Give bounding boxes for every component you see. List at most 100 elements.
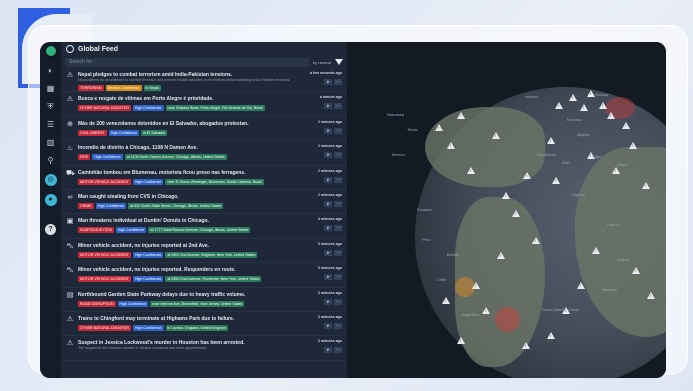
heat-zone (495, 307, 520, 332)
share-icon[interactable]: ➤ (324, 79, 332, 85)
alert-marker-icon[interactable] (547, 137, 555, 144)
globe-nav-icon[interactable]: ◐ (46, 66, 56, 76)
help-icon[interactable]: ? (45, 224, 56, 235)
alert-marker-icon[interactable] (642, 182, 650, 189)
share-icon[interactable]: ➤ (324, 347, 332, 354)
alert-marker-icon[interactable] (622, 122, 630, 129)
more-icon[interactable]: ⋯ (334, 200, 342, 207)
alert-marker-icon[interactable] (512, 210, 520, 217)
alert-marker-icon[interactable] (442, 297, 450, 304)
feed-item-time: 2 minutes ago (317, 119, 342, 124)
alert-marker-icon[interactable] (607, 112, 615, 119)
alert-marker-icon[interactable] (457, 337, 465, 344)
feed-item-actions: ➤ ⋯ (324, 322, 342, 329)
location-badge: near R. Bruno Wiesinger, Blumenau, Santa… (165, 178, 264, 185)
alert-marker-icon[interactable] (547, 332, 555, 339)
more-icon[interactable]: ⋯ (334, 79, 342, 85)
alert-marker-icon[interactable] (523, 172, 531, 179)
map-label: Algeria (577, 132, 590, 137)
buildings-nav-icon[interactable]: ▥ (46, 138, 56, 148)
alert-marker-icon[interactable] (555, 102, 563, 109)
category-badge: FIRE (78, 154, 91, 161)
feed-nav-icon[interactable]: ◎ (44, 174, 57, 186)
share-icon[interactable]: ➤ (324, 249, 332, 256)
sort-selector[interactable]: by newest (313, 60, 331, 65)
more-icon[interactable]: ⋯ (334, 298, 342, 305)
feed-item[interactable]: ⚠ Trains to Chingford may terminate at Hi… (61, 312, 347, 337)
alert-marker-icon[interactable] (552, 177, 560, 184)
feed-item[interactable]: ♨ Incendio de distrito à Chicago, 1108 N … (61, 141, 347, 166)
share-icon[interactable]: ➤ (324, 103, 332, 110)
shield-nav-icon[interactable]: ⛨ (46, 102, 56, 112)
share-icon[interactable]: ➤ (324, 274, 332, 281)
feed-item[interactable]: ⚠ Suspect in Jessica Lockwood's murder in… (61, 336, 347, 361)
more-icon[interactable]: ⋯ (334, 274, 342, 281)
alert-marker-icon[interactable] (612, 167, 620, 174)
more-icon[interactable]: ⋯ (334, 103, 342, 110)
share-icon[interactable]: ➤ (324, 298, 332, 305)
location-badge: at 632 South State Street, Chicago, Illi… (128, 202, 224, 209)
filter-icon[interactable] (335, 59, 343, 65)
location-badge: in Nepal (143, 85, 161, 91)
more-icon[interactable]: ⋯ (334, 225, 342, 232)
location-badge: at 2850 East Avenue, Rochester, New York… (165, 276, 262, 283)
globe[interactable] (415, 87, 666, 378)
feed-item[interactable]: ⊕ Más de 200 venezolanos detenidos en El … (61, 117, 347, 142)
feed-item[interactable]: ⛟ Caminhão tombou em Blumenau, motorista … (61, 166, 347, 190)
share-icon[interactable]: ➤ (324, 176, 332, 183)
alert-marker-icon[interactable] (435, 124, 443, 131)
alert-marker-icon[interactable] (492, 132, 500, 139)
confidence-badge: High Confidence (115, 227, 147, 234)
alert-marker-icon[interactable] (599, 102, 607, 109)
alert-marker-icon[interactable] (629, 142, 637, 149)
share-icon[interactable]: ➤ (324, 225, 332, 232)
alert-marker-icon[interactable] (580, 104, 588, 111)
map-label: Iceland (525, 94, 538, 99)
search-input[interactable]: Search for (65, 57, 309, 67)
feed-item-time: a few seconds ago (310, 71, 342, 75)
alert-marker-icon[interactable] (587, 90, 595, 97)
feed-item[interactable]: ⛍ Minor vehicle accident, no injuries rep… (61, 239, 347, 264)
confidence-badge: High Confidence (117, 300, 149, 307)
alert-marker-icon[interactable] (467, 167, 475, 174)
feed-item[interactable]: ▤ Northbound Garden State Parkway delays … (61, 288, 347, 312)
map-label: Nigeria (572, 192, 585, 197)
more-icon[interactable]: ⋯ (334, 322, 342, 329)
more-icon[interactable]: ⋯ (334, 347, 342, 354)
feed-item[interactable]: ⚠ Busca e resgate de vítimas em Porto Ale… (61, 92, 347, 117)
feed-item[interactable]: ∞ Man caught stealing from CVS in Chicago… (61, 190, 347, 215)
alert-marker-icon[interactable] (447, 142, 455, 149)
alert-marker-icon[interactable] (482, 307, 490, 314)
more-icon[interactable]: ⋯ (334, 127, 342, 134)
more-icon[interactable]: ⋯ (334, 176, 342, 183)
alert-marker-icon[interactable] (632, 267, 640, 274)
alert-marker-icon[interactable] (592, 247, 600, 254)
alert-marker-icon[interactable] (569, 94, 577, 101)
alert-marker-icon[interactable] (472, 282, 480, 289)
grid-nav-icon[interactable]: ▦ (46, 84, 56, 94)
feed-item[interactable]: ⛍ Minor vehicle accident, no injuries rep… (61, 263, 347, 288)
globe-map[interactable]: Iceland Norway Morocco Algeria Mauritania Mal… (347, 42, 666, 378)
feed-item-actions: ➤ ⋯ (324, 176, 342, 183)
feed-item[interactable]: ▣ Man threatens individual at Dunkin' Don… (61, 214, 347, 239)
share-icon[interactable]: ➤ (324, 152, 332, 159)
more-icon[interactable]: ⋯ (334, 152, 342, 159)
feed-item[interactable]: ⚠ Nepal pledges to combat terrorism amid … (61, 68, 347, 93)
alert-marker-icon[interactable] (532, 237, 540, 244)
alert-marker-icon[interactable] (457, 112, 465, 119)
app-logo-icon[interactable] (43, 44, 58, 58)
search-row: Search for by newest (61, 56, 347, 68)
alert-marker-icon[interactable] (522, 342, 530, 349)
share-icon[interactable]: ➤ (324, 127, 332, 134)
search-nav-icon[interactable]: ⚲ (46, 156, 56, 166)
share-icon[interactable]: ➤ (324, 200, 332, 207)
share-icon[interactable]: ➤ (324, 322, 332, 329)
feed-item-tags: OTHER NATURAL DISASTER High Confidence nea… (78, 105, 343, 112)
alert-marker-icon[interactable] (497, 252, 505, 259)
alert-marker-icon[interactable] (577, 282, 585, 289)
list-nav-icon[interactable]: ☰ (46, 120, 56, 130)
more-icon[interactable]: ⋯ (334, 249, 342, 256)
alert-marker-icon[interactable] (647, 292, 655, 299)
alert-marker-icon[interactable] (502, 192, 510, 199)
alert-nav-icon[interactable]: ● (44, 194, 57, 206)
